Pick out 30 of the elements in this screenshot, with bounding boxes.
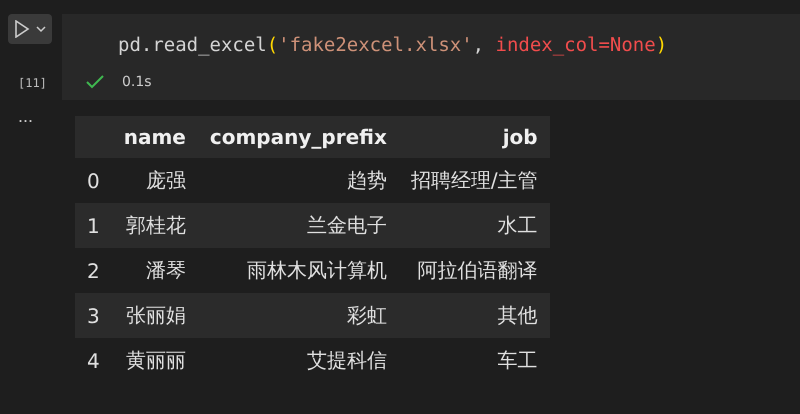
- table-header: job: [398, 116, 550, 158]
- table-cell: 郭桂花: [112, 203, 198, 248]
- table-cell: 招聘经理/主管: [398, 158, 550, 203]
- table-cell: 阿拉伯语翻译: [398, 248, 550, 293]
- chevron-down-icon: [36, 26, 46, 32]
- table-cell: 艾提科信: [198, 338, 399, 383]
- output-menu-button[interactable]: ...: [0, 100, 75, 127]
- table-cell: 彩虹: [198, 293, 399, 338]
- row-index: 4: [75, 338, 112, 383]
- run-button[interactable]: [8, 14, 52, 44]
- table-cell: 庞强: [112, 158, 198, 203]
- table-cell: 雨林木风计算机: [198, 248, 399, 293]
- table-cell: 张丽娟: [112, 293, 198, 338]
- table-header: name: [112, 116, 198, 158]
- table-cell: 黄丽丽: [112, 338, 198, 383]
- row-index: 1: [75, 203, 112, 248]
- execution-count: [11]: [18, 76, 47, 90]
- table-cell: 车工: [398, 338, 550, 383]
- row-index: 3: [75, 293, 112, 338]
- table-header: company_prefix: [198, 116, 399, 158]
- table-cell: 其他: [398, 293, 550, 338]
- table-cell: 趋势: [198, 158, 399, 203]
- row-index: 2: [75, 248, 112, 293]
- play-icon: [14, 20, 30, 38]
- execution-time: 0.1s: [122, 74, 152, 90]
- table-cell: 水工: [398, 203, 550, 248]
- table-cell: 兰金电子: [198, 203, 399, 248]
- code-line: pd.read_excel('fake2excel.xlsx', index_col=None): [118, 34, 668, 56]
- table-cell: 潘琴: [112, 248, 198, 293]
- row-index: 0: [75, 158, 112, 203]
